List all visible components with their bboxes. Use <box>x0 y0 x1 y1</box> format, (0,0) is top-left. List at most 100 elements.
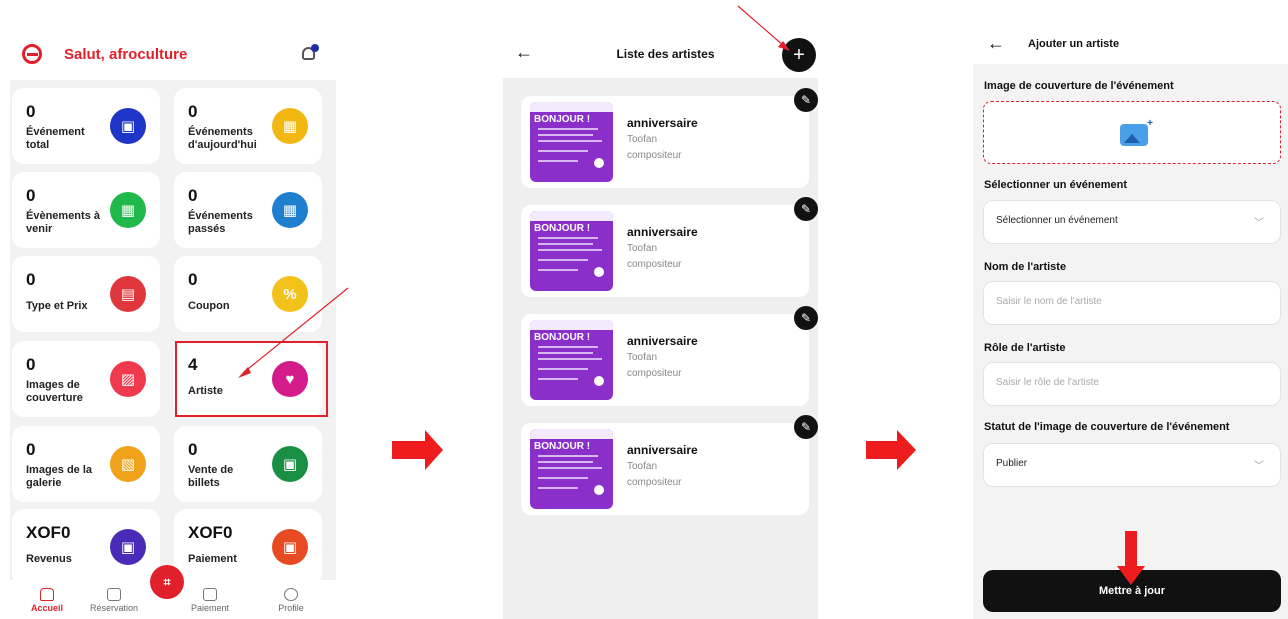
artist-event-name: anniversaire <box>627 116 698 130</box>
stat-card-upcoming-events[interactable]: 0 Évènements à venir ▦ <box>12 172 160 248</box>
artist-list-item[interactable]: BONJOUR ! anniversaire Toofan compositeu… <box>521 205 809 297</box>
stat-value: 0 <box>188 186 198 205</box>
artist-name: Toofan <box>627 352 658 363</box>
event-select[interactable]: Sélectionner un événement ﹀ <box>983 200 1281 244</box>
stat-label: Vente de billets <box>188 464 234 489</box>
chevron-down-icon: ﹀ <box>1254 218 1264 229</box>
artist-name: Toofan <box>627 134 658 145</box>
nav-item-reservation[interactable]: Réservation <box>82 588 146 613</box>
add-image-icon: + <box>1120 118 1153 146</box>
calendar-check-icon: ▦ <box>272 192 308 228</box>
cover-image-label: Image de couverture de l'événement <box>984 80 1174 92</box>
calendar-clock-icon: ▦ <box>110 192 146 228</box>
gallery-icon: ▧ <box>110 446 146 482</box>
artist-role: compositeur <box>627 259 682 270</box>
edit-button[interactable]: ✎ <box>794 197 818 221</box>
event-poster-image: BONJOUR ! <box>530 211 613 291</box>
stat-label: Paiement <box>188 553 237 565</box>
calendar-icon <box>107 588 121 601</box>
cover-image-upload[interactable]: + <box>983 101 1281 164</box>
payment-icon: ▣ <box>272 529 308 565</box>
stat-label: Images de la galerie <box>26 464 93 489</box>
stat-value: 0 <box>26 270 36 289</box>
flow-arrow-right-icon <box>866 430 916 470</box>
artist-list-item[interactable]: BONJOUR ! anniversaire Toofan compositeu… <box>521 96 809 188</box>
artist-name-input[interactable]: Saisir le nom de l'artiste <box>983 281 1281 325</box>
stat-value: 0 <box>26 102 36 121</box>
stat-card-cover-images[interactable]: 0 Images de couverture ▨ <box>12 341 160 417</box>
artist-role-placeholder: Saisir le rôle de l'artiste <box>996 377 1100 388</box>
artist-event-name: anniversaire <box>627 225 698 239</box>
pencil-icon: ✎ <box>800 93 812 107</box>
status-select[interactable]: Publier ﹀ <box>983 443 1281 487</box>
artist-list: BONJOUR ! anniversaire Toofan compositeu… <box>503 78 818 619</box>
edit-button[interactable]: ✎ <box>794 306 818 330</box>
artist-list-screen: ← Liste des artistes + BONJOUR ! anniver… <box>503 0 818 619</box>
artist-name: Toofan <box>627 243 658 254</box>
event-select-label: Sélectionner un événement <box>984 179 1128 191</box>
stat-card-today-events[interactable]: 0 Événements d'aujourd'hui ▦ <box>174 88 322 164</box>
artist-event-name: anniversaire <box>627 334 698 348</box>
chevron-down-icon: ﹀ <box>1254 461 1264 472</box>
dashboard-screen: Salut, afroculture 0 Événement total ▣ 0… <box>0 0 336 619</box>
dashboard-header: Salut, afroculture <box>0 0 336 80</box>
stat-value: 0 <box>26 440 36 459</box>
artist-role: compositeur <box>627 477 682 488</box>
stat-label: Images de couverture <box>26 379 83 404</box>
nav-item-accueil[interactable]: Accueil <box>15 588 79 613</box>
artist-role-input[interactable]: Saisir le rôle de l'artiste <box>983 362 1281 406</box>
nav-item-paiement[interactable]: Paiement <box>178 588 242 613</box>
back-arrow-icon[interactable]: ← <box>987 33 1005 54</box>
submit-button[interactable]: Mettre à jour <box>983 570 1281 612</box>
flow-arrow-right-icon <box>392 430 443 470</box>
add-artist-button[interactable]: + <box>782 38 816 72</box>
stat-label: Revenus <box>26 553 72 565</box>
price-tag-icon: ▤ <box>110 276 146 312</box>
calendar-icon: ▦ <box>272 108 308 144</box>
event-poster-image: BONJOUR ! <box>530 320 613 400</box>
stat-label: Type et Prix <box>26 300 88 312</box>
artist-list-item[interactable]: BONJOUR ! anniversaire Toofan compositeu… <box>521 423 809 515</box>
stat-card-type-price[interactable]: 0 Type et Prix ▤ <box>12 256 160 332</box>
stat-card-total-events[interactable]: 0 Événement total ▣ <box>12 88 160 164</box>
stat-value: 0 <box>188 102 198 121</box>
user-icon <box>284 588 298 601</box>
artist-event-name: anniversaire <box>627 443 698 457</box>
stat-card-past-events[interactable]: 0 Événements passés ▦ <box>174 172 322 248</box>
image-icon: ▨ <box>110 361 146 397</box>
wallet-icon <box>203 588 217 601</box>
event-poster-image: BONJOUR ! <box>530 429 613 509</box>
artist-list-header: ← Liste des artistes + <box>503 0 818 78</box>
edit-button[interactable]: ✎ <box>794 415 818 439</box>
event-select-value: Sélectionner un événement <box>996 215 1118 226</box>
qr-scan-button[interactable]: ⌗ <box>150 565 184 599</box>
artist-list-item[interactable]: BONJOUR ! anniversaire Toofan compositeu… <box>521 314 809 406</box>
stat-card-gallery-images[interactable]: 0 Images de la galerie ▧ <box>12 426 160 502</box>
stat-label: Événements passés <box>188 210 253 235</box>
poster-text: BONJOUR ! <box>534 441 591 452</box>
stat-value: 0 <box>26 186 36 205</box>
stat-card-coupon[interactable]: 0 Coupon % <box>174 256 322 332</box>
qr-scan-icon: ⌗ <box>163 574 171 589</box>
edit-button[interactable]: ✎ <box>794 88 818 112</box>
stat-card-revenue[interactable]: XOF0 Revenus ▣ <box>12 509 160 585</box>
stat-card-ticket-sales[interactable]: 0 Vente de billets ▣ <box>174 426 322 502</box>
stat-value: 0 <box>26 355 36 374</box>
nav-label: Réservation <box>89 603 139 613</box>
nav-label: Profile <box>278 603 304 613</box>
notification-bell-icon[interactable] <box>300 44 319 64</box>
stat-card-payment[interactable]: XOF0 Paiement ▣ <box>174 509 322 585</box>
poster-text: BONJOUR ! <box>534 332 591 343</box>
ticket-icon: ▣ <box>110 108 146 144</box>
poster-text: BONJOUR ! <box>534 223 591 234</box>
artist-name-placeholder: Saisir le nom de l'artiste <box>996 296 1102 307</box>
stat-label: Événement total <box>26 126 85 151</box>
nav-label: Paiement <box>190 603 230 613</box>
event-poster-image: BONJOUR ! <box>530 102 613 182</box>
stat-value: 0 <box>188 440 198 459</box>
pencil-icon: ✎ <box>800 311 812 325</box>
status-label: Statut de l'image de couverture de l'évé… <box>984 421 1230 433</box>
page-title: Ajouter un artiste <box>1028 38 1120 50</box>
nav-item-profile[interactable]: Profile <box>259 588 323 613</box>
stat-label: Événements d'aujourd'hui <box>188 126 257 151</box>
